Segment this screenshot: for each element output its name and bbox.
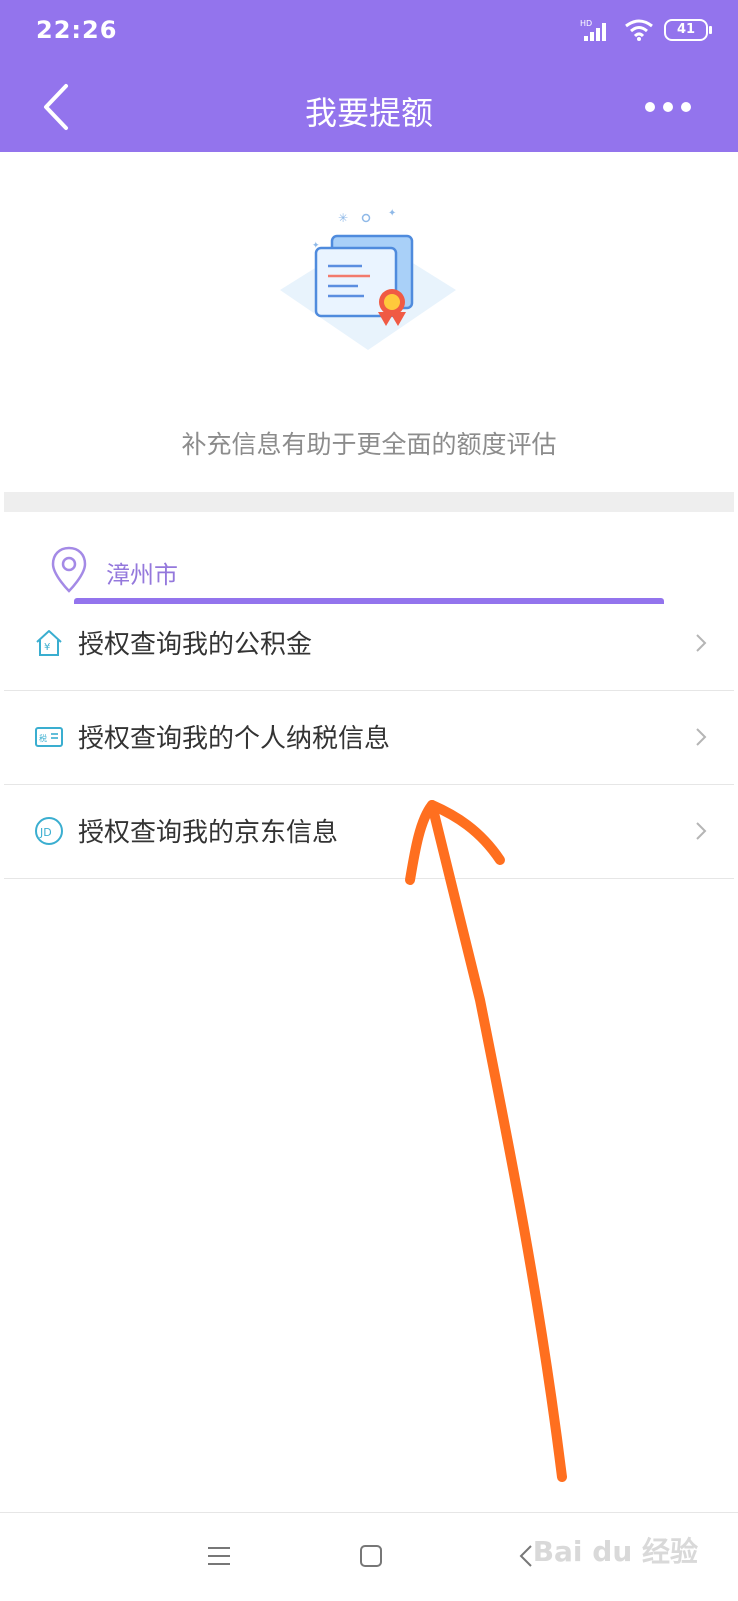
page-title: 我要提额 [304,94,433,132]
list-item-housing-fund[interactable]: ¥ 授权查询我的公积金 [4,596,734,691]
certificate-illustration: ✳ ✦ ✦ [280,208,456,350]
svg-text:✦: ✦ [388,208,396,219]
section-divider [4,492,734,512]
tax-card-icon: 税 [35,727,63,747]
jd-icon-glyph: JD [39,826,52,839]
status-icons: HD 41 [580,18,712,42]
tax-icon-glyph: 税 [39,733,47,743]
top-nav-bar: 我要提额 [0,62,738,152]
watermark-logo: Bai du 经验 [532,1535,698,1568]
network-type-label: HD [580,19,592,28]
chevron-right-icon [696,634,707,652]
chevron-right-icon [696,822,707,840]
list-item-label: 授权查询我的公积金 [78,630,313,660]
status-bar: 22:26 HD 41 [0,0,738,62]
home-icon[interactable] [356,1541,386,1571]
jd-icon: JD [35,817,63,845]
chevron-right-icon [696,728,707,746]
wifi-icon [625,19,653,41]
menu-icon[interactable] [204,1541,234,1571]
list-item-jd-info[interactable]: JD 授权查询我的京东信息 [4,784,734,879]
signal-icon: HD [580,19,606,41]
info-subtitle: 补充信息有助于更全面的额度评估 [181,430,557,459]
more-options-icon[interactable] [638,92,698,122]
list-item-label: 授权查询我的京东信息 [78,818,339,848]
location-city-label: 漳州市 [106,561,178,589]
status-time: 22:26 [36,16,118,44]
list-item-tax-info[interactable]: 税 授权查询我的个人纳税信息 [4,690,734,785]
svg-text:¥: ¥ [44,642,50,653]
sparkle-icon: ✳ [338,211,348,225]
location-pin-icon [51,546,87,593]
house-yuan-icon: ¥ [36,630,62,656]
list-item-label: 授权查询我的个人纳税信息 [78,724,391,754]
battery-icon: 41 [664,19,712,41]
